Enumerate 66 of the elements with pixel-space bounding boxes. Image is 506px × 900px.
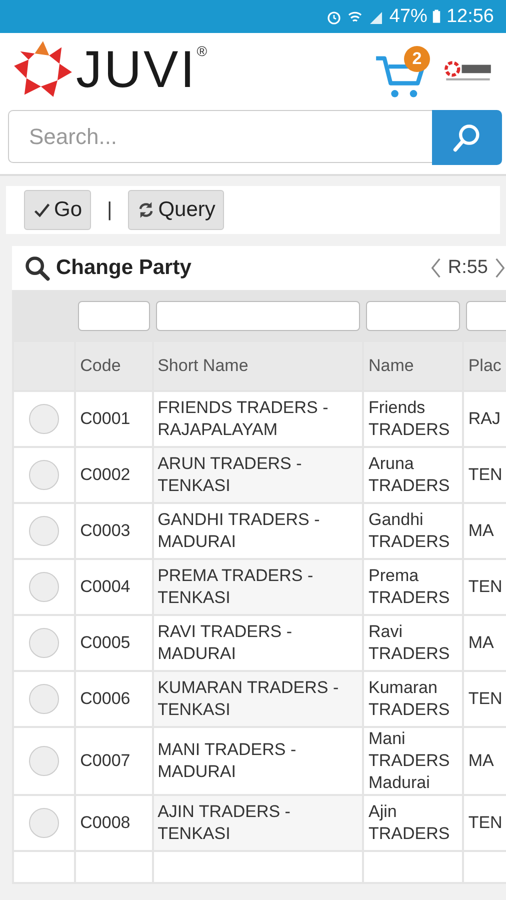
battery-icon (432, 9, 442, 24)
table-cell: ARUN TRADERS - TENKASI (158, 454, 302, 495)
logo-text: JUVI (76, 44, 197, 96)
table-cell: PREMA TRADERS - TENKASI (158, 566, 314, 607)
radio-button[interactable] (29, 808, 60, 838)
radio-button[interactable] (29, 746, 60, 776)
table-cell: Ravi TRADERS (368, 622, 450, 663)
table-cell: TEN (468, 576, 502, 596)
table-cell: C0001 (80, 408, 130, 428)
checkmark-icon (33, 201, 51, 219)
table-cell: Prema TRADERS (368, 566, 450, 607)
table-cell: AJIN TRADERS - TENKASI (158, 802, 290, 844)
table-cell: C0004 (80, 576, 130, 596)
separator: | (107, 198, 112, 222)
alarm-icon (326, 8, 342, 24)
column-header: Code (80, 356, 121, 375)
search-icon (24, 255, 50, 281)
refresh-icon (137, 201, 156, 219)
table-cell: TEN (468, 813, 502, 832)
radio-button[interactable] (29, 684, 60, 714)
query-button[interactable]: Query (128, 190, 224, 230)
radio-button[interactable] (29, 460, 60, 490)
table-cell: GANDHI TRADERS - MADURAI (158, 510, 320, 551)
table-cell: MANI TRADERS - MADURAI (158, 740, 296, 782)
cart-count-badge: 2 (404, 46, 430, 72)
radio-button[interactable] (29, 404, 60, 434)
table-cell: MA (468, 751, 494, 770)
previous-icon[interactable] (430, 257, 442, 279)
table-cell: Gandhi TRADERS (368, 510, 450, 551)
table-cell: RAVI TRADERS - MADURAI (158, 622, 292, 663)
table-cell: FRIENDS TRADERS - RAJAPALAYAM (158, 398, 328, 439)
radio-button[interactable] (29, 516, 60, 546)
filter-field[interactable] (78, 301, 150, 331)
radio-button[interactable] (29, 572, 60, 602)
column-header: Plac (468, 356, 502, 375)
panel-title: Change Party (56, 256, 192, 280)
table-cell: MA (468, 632, 494, 652)
table-cell: Mani TRADERS Madurai (368, 729, 450, 792)
column-header: Name (368, 356, 414, 375)
table-cell: C0002 (80, 464, 130, 484)
column-header: Short Name (158, 356, 248, 375)
table-cell: C0005 (80, 632, 130, 652)
filter-field[interactable] (156, 301, 360, 331)
go-button[interactable]: Go (24, 190, 92, 230)
table-cell: TEN (468, 688, 502, 708)
table-cell: TEN (468, 464, 502, 484)
table-cell: C0006 (80, 688, 130, 708)
table-cell: C0007 (80, 751, 130, 770)
table-cell: RAJ (468, 408, 500, 428)
next-icon[interactable] (494, 257, 506, 279)
table-cell: KUMARAN TRADERS - TENKASI (158, 678, 339, 719)
radio-button[interactable] (29, 628, 60, 658)
record-count: R:55 (448, 257, 488, 279)
table-cell: C0003 (80, 520, 130, 540)
battery-percent: 47% (389, 6, 428, 28)
search-field[interactable]: Search... (8, 110, 432, 163)
table-cell: Ajin TRADERS (368, 802, 450, 844)
registered-mark: ® (196, 43, 208, 59)
clock-time: 12:56 (446, 6, 494, 28)
table-cell: Kumaran TRADERS (368, 678, 450, 719)
table-cell: Aruna TRADERS (368, 454, 450, 495)
table-cell: Friends TRADERS (368, 398, 450, 439)
table-cell: MA (468, 520, 494, 540)
filter-field[interactable] (366, 301, 460, 331)
search-button[interactable] (432, 110, 502, 165)
table-cell: C0008 (80, 813, 130, 832)
